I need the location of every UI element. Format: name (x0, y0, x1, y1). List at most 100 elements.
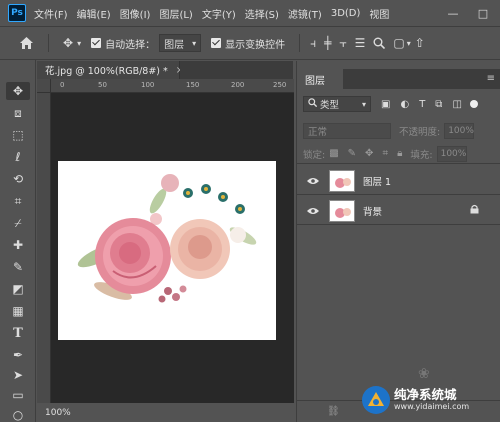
ruler-tick: 0 (60, 81, 65, 89)
eye-icon[interactable] (303, 177, 323, 185)
minimize-button[interactable]: — (442, 0, 464, 26)
eyedropper-tool-icon[interactable]: ⌿ (6, 214, 30, 232)
layers-panel: 图层 ≡ 类型 ▾ ▣ ◐ T ⧉ ◫ 正常 不透明度: 100% 锁定: ▩ … (296, 61, 500, 422)
flower-artwork (77, 174, 257, 303)
ruler-tick: 250 (273, 81, 287, 89)
lock-position-icon[interactable]: ✥ (365, 148, 373, 159)
layer-row[interactable]: 图层 1 (297, 167, 500, 195)
watermark: 纯净系统城 www.yidaimei.com (362, 382, 496, 418)
photoshop-logo: Ps (8, 4, 26, 22)
show-transform-checkbox[interactable] (211, 38, 222, 48)
menu-layer[interactable]: 图层(L) (159, 6, 192, 21)
brush-tool-icon[interactable]: ✎ (6, 258, 30, 276)
tab-strip (180, 61, 293, 79)
tools-panel: ✥ ⧈ ⬚ ℓ ⟲ ⌗ ⌿ ✚ ✎ ◩ ▦ T ✒ ➤ ▭ ○ (0, 60, 36, 422)
lock-all-icon[interactable]: 🔒︎ (397, 148, 402, 159)
ruler-corner (37, 79, 51, 93)
share-icon[interactable]: ⇧ (415, 36, 425, 50)
layer-row[interactable]: 背景 (297, 197, 500, 225)
document-canvas[interactable] (58, 161, 276, 340)
blend-mode-dropdown[interactable]: 正常 (303, 123, 391, 139)
workspace-icon[interactable]: ▢ (393, 36, 404, 50)
menu-bar: Ps 文件(F) 编辑(E) 图像(I) 图层(L) 文字(Y) 选择(S) 滤… (0, 0, 500, 26)
document-tab[interactable]: 花.jpg @ 100%(RGB/8#) * × (37, 61, 184, 79)
align-left-icon[interactable]: ⫞ (310, 36, 316, 51)
link-layers-icon[interactable]: ⛓ (327, 406, 340, 417)
paw-icon: ❀ (418, 366, 430, 382)
lock-label: 锁定: (303, 149, 326, 161)
watermark-url: www.yidaimei.com (394, 402, 470, 411)
maximize-button[interactable]: □ (472, 0, 494, 26)
path-select-tool-icon[interactable]: ➤ (6, 366, 30, 384)
zoom-level[interactable]: 100% (45, 408, 71, 418)
menu-type[interactable]: 文字(Y) (202, 6, 236, 21)
eye-icon[interactable] (303, 207, 323, 215)
zoom-tool-icon[interactable]: ○ (6, 406, 30, 422)
layer-filter-row: 类型 ▾ ▣ ◐ T ⧉ ◫ (297, 93, 500, 115)
move-tool-icon[interactable]: ✥ (63, 36, 73, 50)
menu-image[interactable]: 图像(I) (120, 6, 151, 21)
lock-artboard-icon[interactable]: ⌗ (382, 148, 388, 159)
menu-file[interactable]: 文件(F) (34, 6, 68, 21)
layer-thumbnail (329, 169, 355, 192)
menu-select[interactable]: 选择(S) (245, 6, 279, 21)
crop-tool-icon[interactable]: ⌗ (6, 192, 30, 210)
shape-filter-icon[interactable]: ⧉ (435, 99, 442, 110)
watermark-text: 纯净系统城 www.yidaimei.com (394, 388, 469, 412)
auto-select-dropdown[interactable]: 图层 ▾ (159, 34, 202, 52)
menu-view[interactable]: 视图 (369, 6, 389, 21)
adjustment-filter-icon[interactable]: ◐ (400, 99, 409, 110)
lasso-tool-icon[interactable]: ℓ (6, 148, 30, 166)
menu-edit[interactable]: 编辑(E) (77, 6, 111, 21)
ruler-tick: 200 (231, 81, 245, 89)
align-right-icon[interactable]: ⫟ (339, 36, 346, 51)
lock-pixels-icon[interactable]: ✎ (348, 148, 356, 159)
fill-input[interactable]: 100% (436, 145, 467, 162)
filter-kind-value: 类型 (320, 100, 340, 111)
search-icon[interactable] (373, 37, 386, 49)
search-icon (308, 98, 318, 110)
chevron-down-icon[interactable]: ▾ (77, 39, 81, 48)
chevron-down-icon[interactable]: ▾ (407, 39, 411, 48)
opacity-input[interactable]: 100% (444, 123, 475, 139)
filter-kind-dropdown[interactable]: 类型 ▾ (303, 96, 371, 112)
chevron-down-icon: ▾ (192, 38, 197, 48)
type-filter-icon[interactable]: T (419, 99, 425, 110)
home-icon[interactable] (18, 37, 34, 49)
eraser-tool-icon[interactable]: ◩ (6, 280, 30, 298)
show-transform-label: 显示变换控件 (225, 39, 286, 51)
separator (299, 34, 301, 52)
menu-filter[interactable]: 滤镜(T) (288, 6, 322, 21)
opacity-label: 不透明度: (399, 127, 441, 138)
ruler-tick: 150 (186, 81, 200, 89)
marquee-tool-icon[interactable]: ⬚ (6, 126, 30, 144)
align-center-icon[interactable]: ╪ (324, 36, 331, 50)
blend-row: 正常 不透明度: 100% (297, 120, 500, 142)
healing-tool-icon[interactable]: ✚ (6, 236, 30, 254)
auto-select-label: 自动选择： (105, 39, 156, 51)
layer-name[interactable]: 图层 1 (363, 174, 500, 188)
move-tool-icon[interactable]: ✥ (6, 82, 30, 100)
horizontal-ruler[interactable]: 0 50 100 150 200 250 (51, 79, 294, 93)
panel-menu-icon[interactable]: ≡ (487, 73, 495, 84)
vertical-ruler[interactable] (37, 93, 51, 403)
type-tool-icon[interactable]: T (6, 324, 30, 342)
document-title: 花.jpg @ 100%(RGB/8#) * (45, 66, 168, 77)
gradient-tool-icon[interactable]: ▦ (6, 302, 30, 320)
lock-row: 锁定: ▩ ✎ ✥ ⌗ 🔒︎ 填充: 100% (297, 144, 500, 164)
quick-select-tool-icon[interactable]: ⟲ (6, 170, 30, 188)
filter-toggle[interactable] (469, 100, 478, 108)
layer-name[interactable]: 背景 (363, 204, 470, 218)
image-filter-icon[interactable]: ▣ (381, 99, 390, 110)
rectangle-tool-icon[interactable]: ▭ (6, 386, 30, 404)
auto-select-checkbox[interactable] (91, 38, 102, 48)
ruler-tick: 50 (98, 81, 107, 89)
artboard-tool-icon[interactable]: ⧈ (6, 104, 30, 122)
smart-object-filter-icon[interactable]: ◫ (452, 99, 461, 110)
lock-transparent-icon[interactable]: ▩ (329, 148, 338, 159)
menu-3d[interactable]: 3D(D) (331, 8, 361, 19)
pen-tool-icon[interactable]: ✒ (6, 346, 30, 364)
tab-layers[interactable]: 图层 (297, 69, 343, 89)
distribute-icon[interactable]: ☰ (355, 36, 366, 50)
watermark-logo (362, 386, 390, 414)
